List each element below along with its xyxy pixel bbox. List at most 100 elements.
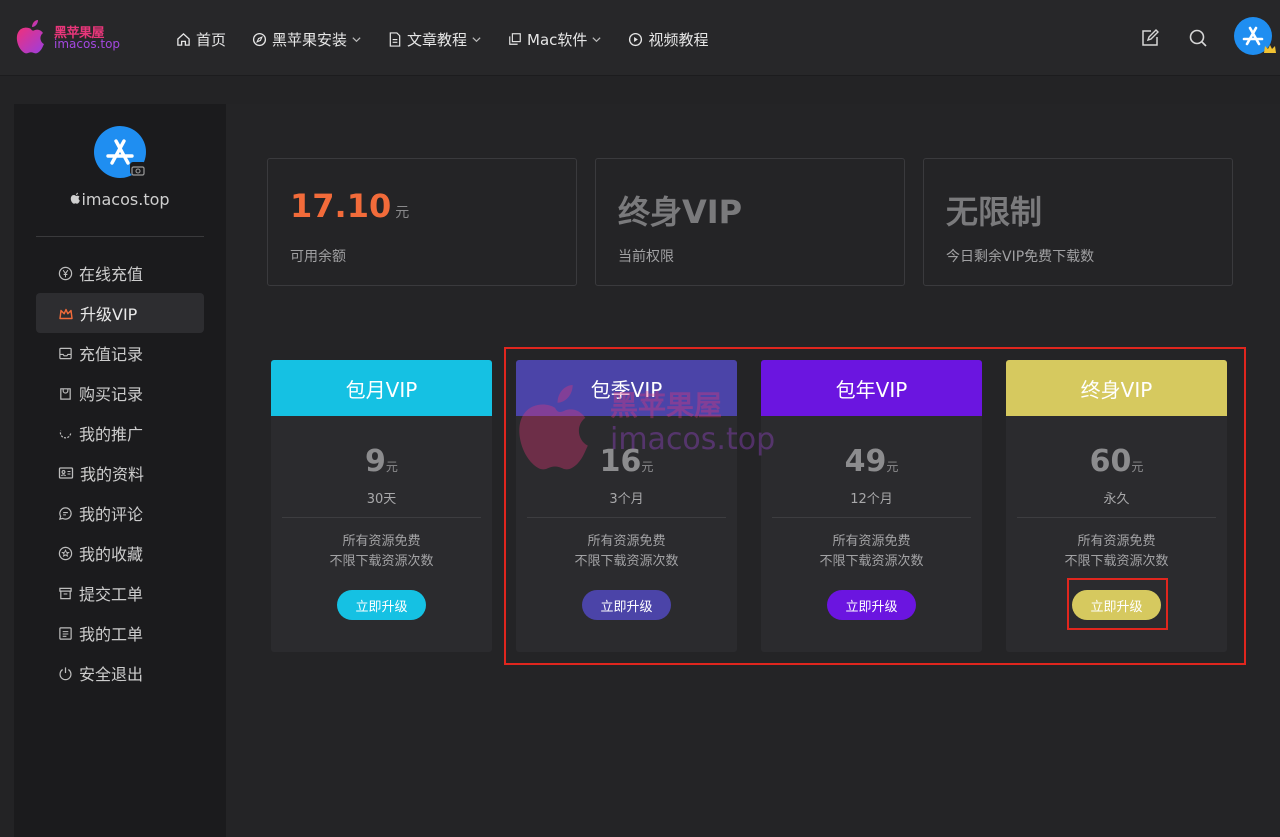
plan-feature: 所有资源免费 <box>587 534 666 549</box>
plan-card-yearly: 包年VIP 49元 12个月 所有资源免费 不限下载资源次数 立即升级 <box>761 360 982 652</box>
apple-icon <box>71 192 81 204</box>
plan-duration: 永久 <box>1103 492 1130 507</box>
copy-icon <box>509 33 521 45</box>
balance-stat-box: 17.10 元 可用余额 <box>267 158 577 286</box>
upgrade-button[interactable]: 立即升级 <box>1072 590 1161 620</box>
permission-value: 终身VIP <box>618 193 743 231</box>
plan-title: 包月VIP <box>271 360 492 416</box>
plan-feature: 所有资源免费 <box>342 534 421 549</box>
permission-label: 当前权限 <box>618 249 674 265</box>
plan-feature: 不限下载资源次数 <box>329 554 434 569</box>
plan-duration: 12个月 <box>850 492 893 507</box>
compass-icon <box>252 32 267 46</box>
search-icon[interactable] <box>1188 28 1208 48</box>
upgrade-button[interactable]: 立即升级 <box>582 590 671 620</box>
nav-articles[interactable]: 文章教程 <box>388 29 482 50</box>
sidebar-item-label: 我的工单 <box>79 625 144 644</box>
nav-videos[interactable]: 视频教程 <box>628 29 708 50</box>
plan-feature: 不限下载资源次数 <box>574 554 679 569</box>
balance-label: 可用余额 <box>290 249 346 265</box>
nav-mac-software[interactable]: Mac软件 <box>508 29 602 50</box>
play-icon <box>629 32 643 46</box>
plan-price: 49元 <box>844 444 899 479</box>
plan-duration: 30天 <box>366 492 397 507</box>
sidebar-item-upgrade-vip[interactable]: 升级VIP <box>36 293 204 333</box>
plan-feature: 所有资源免费 <box>832 534 911 549</box>
permission-stat-box: 终身VIP 当前权限 <box>595 158 905 286</box>
crown-icon <box>1264 45 1276 53</box>
chevron-down-icon <box>352 36 361 42</box>
crown-icon <box>59 308 73 319</box>
sidebar-item-comments[interactable]: 我的评论 <box>36 493 204 533</box>
sidebar-item-favorites[interactable]: 我的收藏 <box>36 533 204 573</box>
plan-price: 60元 <box>1089 444 1144 479</box>
comment-icon <box>59 506 72 520</box>
sidebar-item-recharge-records[interactable]: 充值记录 <box>36 333 204 373</box>
camera-icon[interactable] <box>130 162 146 176</box>
plan-feature: 所有资源免费 <box>1077 534 1156 549</box>
sidebar-item-label: 我的收藏 <box>79 545 144 564</box>
sidebar-item-label: 在线充值 <box>79 265 144 284</box>
plan-card-lifetime: 终身VIP 60元 永久 所有资源免费 不限下载资源次数 立即升级 <box>1006 360 1227 652</box>
sidebar-divider <box>36 236 204 237</box>
sidebar-item-label: 我的评论 <box>79 505 144 524</box>
inbox-icon <box>59 347 72 359</box>
downloads-label: 今日剩余VIP免费下载数 <box>946 249 1095 265</box>
downloads-stat-box: 无限制 今日剩余VIP免费下载数 <box>923 158 1233 286</box>
sidebar-item-logout[interactable]: 安全退出 <box>36 653 204 693</box>
nav-mac-software-label: Mac软件 <box>527 30 588 49</box>
document-icon <box>389 31 401 47</box>
sidebar-item-label: 购买记录 <box>79 385 144 404</box>
nav-articles-label: 文章教程 <box>407 30 468 49</box>
sidebar-item-submit-ticket[interactable]: 提交工单 <box>36 573 204 613</box>
balance-unit: 元 <box>395 205 410 221</box>
plan-duration: 3个月 <box>609 492 644 507</box>
nav-home[interactable]: 首页 <box>176 29 226 50</box>
balance-value: 17.10 元 <box>290 187 410 225</box>
upgrade-button[interactable]: 立即升级 <box>337 590 426 620</box>
site-logo[interactable]: 黑苹果屋 imacos.top <box>14 16 124 60</box>
plan-title: 包季VIP <box>516 360 737 416</box>
sidebar-item-promotion[interactable]: 我的推广 <box>36 413 204 453</box>
sidebar-menu: 在线充值 升级VIP 充值记录 购买记录 我的推广 我的资料 我的评论 我的收藏… <box>36 253 204 693</box>
yen-icon <box>58 266 73 280</box>
star-icon <box>58 546 73 560</box>
sidebar-item-my-tickets[interactable]: 我的工单 <box>36 613 204 653</box>
plan-divider <box>282 517 481 518</box>
list-icon <box>59 626 72 640</box>
plan-title: 终身VIP <box>1006 360 1227 416</box>
plan-divider <box>527 517 726 518</box>
sidebar-username: imacos.top <box>14 190 226 209</box>
apple-logo-icon <box>16 20 44 54</box>
sidebar-item-purchase-records[interactable]: 购买记录 <box>36 373 204 413</box>
sidebar-item-label: 升级VIP <box>80 305 138 324</box>
plan-card-monthly: 包月VIP 9元 30天 所有资源免费 不限下载资源次数 立即升级 <box>271 360 492 652</box>
sidebar-item-label: 提交工单 <box>79 585 144 604</box>
main-nav: 首页 黑苹果安装 文章教程 Mac软件 视频教程 <box>176 28 734 50</box>
ticket-icon <box>59 587 72 599</box>
upgrade-button[interactable]: 立即升级 <box>827 590 916 620</box>
chevron-down-icon <box>472 36 481 42</box>
downloads-value: 无限制 <box>946 193 1043 231</box>
sidebar-item-label: 我的推广 <box>79 425 144 444</box>
id-card-icon <box>58 467 74 479</box>
power-icon <box>59 666 72 680</box>
plan-divider <box>1017 517 1216 518</box>
plan-title: 包年VIP <box>761 360 982 416</box>
logo-domain: imacos.top <box>54 37 121 51</box>
plan-feature: 不限下载资源次数 <box>1064 554 1169 569</box>
nav-hackintosh-install[interactable]: 黑苹果安装 <box>252 29 362 50</box>
sidebar-item-label: 安全退出 <box>79 665 144 684</box>
plan-card-quarterly: 包季VIP 16元 3个月 所有资源免费 不限下载资源次数 立即升级 <box>516 360 737 652</box>
sidebar-item-recharge[interactable]: 在线充值 <box>36 253 204 293</box>
plan-price: 16元 <box>599 444 654 479</box>
bag-icon <box>60 387 71 400</box>
edit-icon[interactable] <box>1140 28 1160 48</box>
plan-divider <box>772 517 971 518</box>
sidebar-item-label: 充值记录 <box>79 345 144 364</box>
plan-feature: 不限下载资源次数 <box>819 554 924 569</box>
user-sidebar: imacos.top 在线充值 升级VIP 充值记录 购买记录 我的推广 我的资… <box>14 104 226 837</box>
sidebar-item-profile[interactable]: 我的资料 <box>36 453 204 493</box>
refresh-icon <box>59 429 72 438</box>
plan-price: 9元 <box>365 444 398 479</box>
